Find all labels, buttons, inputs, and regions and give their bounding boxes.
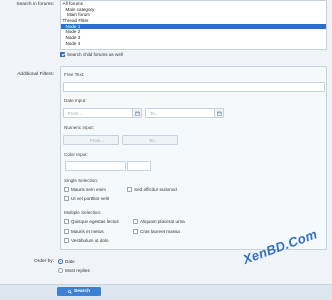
multiple-option-label: Cras laoreet massa <box>140 229 180 234</box>
multiple-option-label: Vestibulum ut dolo <box>71 238 109 243</box>
single-option-checkbox[interactable] <box>127 187 132 192</box>
order-by-replies-radio[interactable] <box>58 268 63 273</box>
order-by-label: Order by: <box>34 259 54 264</box>
order-by-replies-label: Most replies <box>65 268 90 273</box>
forum-listbox[interactable]: All forums Main category Main forum Thre… <box>60 0 327 50</box>
search-child-forums-checkbox[interactable] <box>60 52 65 57</box>
numeric-input-label: Numeric Input: <box>64 125 94 130</box>
additional-filters-label: Additional Filters: <box>17 72 54 77</box>
single-option-checkbox[interactable] <box>64 187 69 192</box>
search-icon <box>68 289 72 294</box>
free-text-label: Free Text: <box>64 72 85 77</box>
single-option-label: Ut vel porttitor velit <box>71 196 110 201</box>
single-option-checkbox[interactable] <box>64 196 69 201</box>
date-from-input[interactable]: From... <box>63 108 142 118</box>
multiple-option-checkbox[interactable] <box>133 219 138 224</box>
search-button[interactable]: Search <box>57 287 101 296</box>
single-option-label: Mauris sem enim <box>71 187 106 192</box>
numeric-to-input[interactable]: To... <box>122 135 178 145</box>
multiple-option-checkbox[interactable] <box>64 229 69 234</box>
multiple-option-label: Quisque egestas lectus <box>71 219 119 224</box>
color-input-field[interactable] <box>65 161 126 171</box>
date-from-placeholder: From... <box>68 111 82 116</box>
numeric-from-placeholder: From... <box>90 138 104 143</box>
forum-option[interactable]: Node 4 <box>61 41 326 47</box>
multiple-option-checkbox[interactable] <box>133 229 138 234</box>
multiple-option-label: Mauris et metus <box>71 229 104 234</box>
date-to-input[interactable]: To... <box>145 108 224 118</box>
order-by-date-radio[interactable] <box>58 259 63 264</box>
multiple-option-label: Aliquam placerat urna <box>140 219 185 224</box>
search-in-forums-label: Search in forums: <box>16 2 54 7</box>
single-selection-label: Single Selection: <box>64 178 99 183</box>
form-footer <box>0 284 332 300</box>
calendar-icon[interactable] <box>214 109 223 117</box>
calendar-icon[interactable] <box>132 109 141 117</box>
search-child-forums-label: Search child forums as well <box>67 52 123 57</box>
date-input-label: Date Input: <box>64 98 87 103</box>
numeric-from-input[interactable]: From... <box>63 135 119 145</box>
color-swatch-button[interactable] <box>127 161 151 171</box>
multiple-selection-label: Multiple Selection: <box>64 210 102 215</box>
search-button-label: Search <box>74 289 90 294</box>
multiple-option-checkbox[interactable] <box>64 238 69 243</box>
date-to-placeholder: To... <box>150 111 159 116</box>
free-text-input[interactable] <box>63 82 325 92</box>
numeric-to-placeholder: To... <box>149 138 158 143</box>
color-input-label: Color Input: <box>64 152 88 157</box>
order-by-date-label: Date <box>65 259 75 264</box>
multiple-option-checkbox[interactable] <box>64 219 69 224</box>
single-option-label: Sed efficitur euismod <box>134 187 177 192</box>
